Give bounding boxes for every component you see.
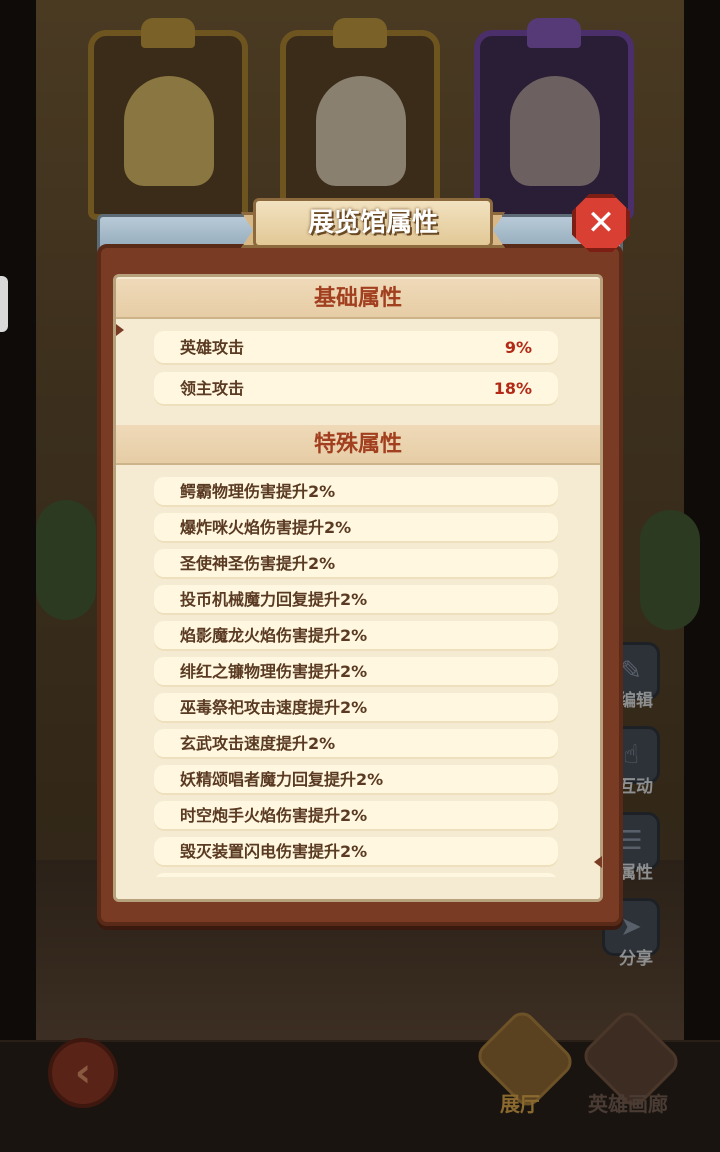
- attribute-value: 18%: [493, 379, 532, 398]
- attribute-row: 领主攻击 18%: [154, 372, 558, 406]
- list-item: 毁灭装置闪电伤害提升2%: [154, 837, 558, 867]
- gallery-nav-label[interactable]: 英雄画廊: [588, 1088, 668, 1117]
- attribute-row: 英雄攻击 9%: [154, 331, 558, 365]
- hall-nav-label[interactable]: 展厅: [500, 1088, 540, 1117]
- hero-portrait: [510, 76, 600, 186]
- hero-portrait-frame[interactable]: [280, 18, 440, 220]
- basic-attributes-title: 基础属性: [313, 286, 402, 311]
- special-attributes-title: 特殊属性: [313, 432, 402, 457]
- left-edge-tab[interactable]: [0, 276, 8, 332]
- title-ribbon: 展览馆属性: [241, 198, 505, 256]
- share-label: 分享: [619, 949, 653, 969]
- hero-portrait: [124, 76, 214, 186]
- frame-crest: [333, 18, 387, 48]
- basic-attributes-list: 英雄攻击 9% 领主攻击 18%: [154, 331, 558, 413]
- back-arrow-icon: ‹: [74, 1050, 92, 1096]
- list-item: 巫毒祭祀攻击速度提升2%: [154, 693, 558, 723]
- hero-portrait-frame[interactable]: [88, 18, 248, 220]
- attribute-name: 英雄攻击: [180, 338, 245, 357]
- hero-portrait-frame[interactable]: [474, 18, 634, 220]
- special-attribute-text: 投币机械魔力回复提升2%: [180, 590, 368, 609]
- list-item: 妖精颂唱者魔力回复提升2%: [154, 765, 558, 795]
- list-item: 时空炮手火焰伤害提升2%: [154, 801, 558, 831]
- attribute-name: 领主攻击: [180, 379, 245, 398]
- list-item: 绯红之镰物理伤害提升2%: [154, 657, 558, 687]
- special-attribute-text: 爆炸咪火焰伤害提升2%: [180, 518, 352, 537]
- special-attribute-text: 圣使神圣伤害提升2%: [180, 554, 336, 573]
- list-item: 爆炸咪火焰伤害提升2%: [154, 513, 558, 543]
- dialog-title: 展览馆属性: [307, 208, 438, 238]
- special-attribute-text: 妖精颂唱者魔力回复提升2%: [180, 770, 384, 789]
- list-item: 投币机械魔力回复提升2%: [154, 585, 558, 615]
- list-item: 焰影魔龙火焰伤害提升2%: [154, 621, 558, 651]
- back-button[interactable]: ‹: [48, 1038, 118, 1108]
- special-attribute-text: 鳄霸物理伤害提升2%: [180, 482, 336, 501]
- basic-attributes-header: 基础属性: [116, 279, 600, 319]
- special-attributes-header: 特殊属性: [116, 425, 600, 465]
- special-attribute-text: 焰影魔龙火焰伤害提升2%: [180, 626, 368, 645]
- hero-portrait: [316, 76, 406, 186]
- list-item: 鳄霸物理伤害提升2%: [154, 477, 558, 507]
- decor-plant: [36, 500, 96, 620]
- special-attribute-text: 毁灭装置闪电伤害提升2%: [180, 842, 368, 861]
- frame-crest: [527, 18, 581, 48]
- close-icon: ✕: [586, 203, 616, 243]
- close-button[interactable]: ✕: [572, 194, 630, 252]
- left-letterbox: [0, 0, 36, 1152]
- attributes-panel[interactable]: 基础属性 英雄攻击 9% 领主攻击 18% 特殊属性 鳄霸物理伤害提升2% 爆炸…: [113, 274, 603, 902]
- frame-crest: [141, 18, 195, 48]
- scroll-marker-right: [594, 856, 602, 868]
- attribute-value: 9%: [504, 338, 532, 357]
- list-bottom-mask: [116, 877, 600, 899]
- special-attribute-text: 玄武攻击速度提升2%: [180, 734, 336, 753]
- decor-plant: [640, 510, 700, 630]
- list-item: 玄武攻击速度提升2%: [154, 729, 558, 759]
- scroll-marker-left: [116, 324, 124, 336]
- exhibition-attributes-dialog: 展览馆属性 ✕ 基础属性 英雄攻击 9% 领主攻击 18% 特殊属性 鳄霸物理伤…: [97, 194, 630, 926]
- special-attribute-text: 巫毒祭祀攻击速度提升2%: [180, 698, 368, 717]
- special-attribute-text: 时空炮手火焰伤害提升2%: [180, 806, 368, 825]
- special-attributes-list[interactable]: 鳄霸物理伤害提升2% 爆炸咪火焰伤害提升2% 圣使神圣伤害提升2% 投币机械魔力…: [154, 477, 558, 899]
- special-attribute-text: 绯红之镰物理伤害提升2%: [180, 662, 368, 681]
- list-item: 圣使神圣伤害提升2%: [154, 549, 558, 579]
